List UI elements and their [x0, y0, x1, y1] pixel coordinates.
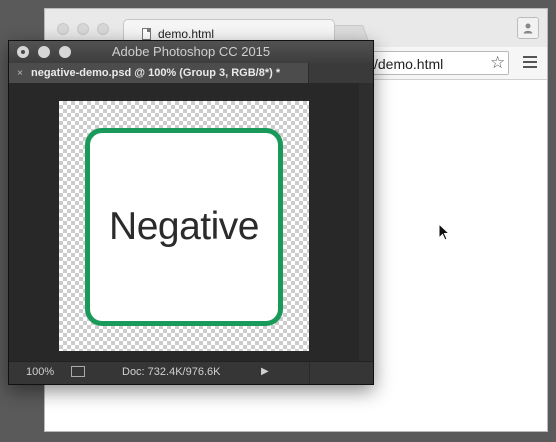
document-size: Doc: 732.4K/976.6K	[122, 366, 221, 378]
browser-minimize-button[interactable]	[77, 23, 89, 35]
photoshop-window-title: Adobe Photoshop CC 2015	[111, 44, 271, 59]
document-canvas[interactable]: Negative	[59, 101, 309, 351]
photoshop-titlebar: Adobe Photoshop CC 2015	[9, 41, 373, 64]
status-divider	[309, 362, 310, 384]
negative-badge: Negative	[85, 128, 283, 326]
document-tab-bar: × negative-demo.psd @ 100% (Group 3, RGB…	[9, 63, 373, 83]
url-text: /demo.html	[374, 56, 444, 72]
mouse-cursor-icon	[438, 223, 450, 241]
browser-tab-title: demo.html	[158, 26, 215, 41]
browser-close-button[interactable]	[57, 23, 69, 35]
vertical-scrollbar[interactable]	[359, 83, 373, 362]
hamburger-menu-icon[interactable]	[523, 56, 537, 71]
document-tab[interactable]: × negative-demo.psd @ 100% (Group 3, RGB…	[9, 63, 309, 83]
status-menu-arrow-icon[interactable]: ▶	[261, 366, 269, 377]
export-icon[interactable]	[71, 366, 85, 377]
canvas-workspace[interactable]: Negative	[9, 83, 373, 362]
tab-close-icon[interactable]: ×	[9, 68, 31, 79]
status-bar: 100% Doc: 732.4K/976.6K ▶	[9, 361, 373, 384]
profile-icon[interactable]	[517, 17, 539, 39]
star-icon[interactable]: ☆	[490, 53, 505, 73]
browser-zoom-button[interactable]	[97, 23, 109, 35]
browser-traffic-lights	[57, 23, 109, 35]
zoom-level[interactable]: 100%	[26, 366, 54, 378]
document-tab-label: negative-demo.psd @ 100% (Group 3, RGB/8…	[31, 67, 281, 79]
badge-text: Negative	[109, 205, 259, 248]
file-icon	[142, 27, 151, 40]
photoshop-window: Adobe Photoshop CC 2015 × negative-demo.…	[8, 40, 374, 385]
